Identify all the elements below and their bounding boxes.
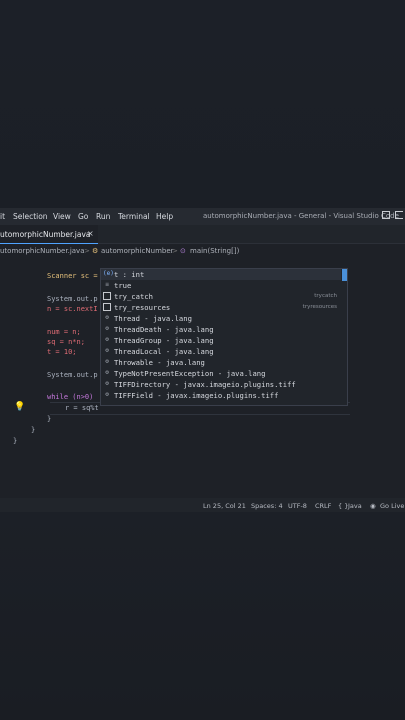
breadcrumb-file[interactable]: utomorphicNumber.java [0, 247, 85, 255]
suggestion-label: ThreadDeath - java.lang [114, 325, 214, 334]
class-icon: ⚙ [105, 314, 109, 321]
suggestion-label: TIFFDirectory - javax.imageio.plugins.ti… [114, 380, 296, 389]
code-line: while (n>0) [47, 393, 94, 401]
code-line: n = sc.nextI [47, 305, 98, 313]
status-encoding[interactable]: UTF-8 [288, 502, 307, 510]
class-icon: ⚙ [105, 358, 109, 365]
suggestion-item[interactable]: (e) t : int [101, 269, 341, 280]
keyword-icon: ≡ [105, 281, 109, 288]
suggestion-item[interactable]: ⚙ TypeNotPresentException - java.lang [101, 368, 341, 379]
menu-selection[interactable]: Selection [13, 212, 48, 221]
breadcrumb-sep: > [172, 247, 178, 255]
class-icon: ⚙ [105, 369, 109, 376]
split-layout-icon[interactable] [395, 211, 403, 219]
suggestion-item[interactable]: try_catch trycatch [101, 291, 341, 302]
suggestion-item[interactable]: ≡ true [101, 280, 341, 291]
status-eol[interactable]: CRLF [315, 502, 331, 510]
menu-help[interactable]: Help [156, 212, 173, 221]
menu-go[interactable]: Go [78, 212, 88, 221]
broadcast-icon: ◉ [370, 502, 376, 510]
tab-label: utomorphicNumber.java [0, 230, 91, 239]
close-icon[interactable]: × [87, 229, 94, 238]
suggestion-label: Throwable - java.lang [114, 358, 205, 367]
breadcrumb-class[interactable]: automorphicNumber [101, 247, 174, 255]
menu-file[interactable]: it [0, 212, 5, 221]
suggestion-item[interactable]: ⚙ ThreadDeath - java.lang [101, 324, 341, 335]
suggestion-item[interactable]: ⚙ TIFFDirectory - javax.imageio.plugins.… [101, 379, 341, 390]
code-line: t = 10; [47, 348, 77, 356]
code-brace: } [13, 437, 18, 445]
language-braces-icon: { } [338, 502, 349, 510]
suggestion-label: TypeNotPresentException - java.lang [114, 369, 266, 378]
suggestion-label: Thread - java.lang [114, 314, 192, 323]
suggestion-label: TIFFField - javax.imageio.plugins.tiff [114, 391, 279, 400]
suggestion-item[interactable]: ⚙ Thread - java.lang [101, 313, 341, 324]
code-line: Scanner sc = [47, 272, 98, 280]
class-icon: ⚙ [105, 336, 109, 343]
method-icon: ⊙ [180, 247, 186, 255]
menu-run[interactable]: Run [96, 212, 110, 221]
suggestion-detail: tryresources [302, 304, 337, 310]
code-line: sq = n*n; [47, 338, 85, 346]
suggestion-item[interactable]: try_resources tryresources [101, 302, 341, 313]
code-line: System.out.p [47, 371, 98, 379]
breadcrumb-sep: > [84, 247, 90, 255]
class-icon: ⚙ [105, 391, 109, 398]
background-top [0, 0, 405, 208]
suggestion-label: true [114, 281, 132, 290]
window-title: automorphicNumber.java - General - Visua… [203, 212, 399, 220]
suggestion-item[interactable]: ⚙ ThreadLocal - java.lang [101, 346, 341, 357]
menu-view[interactable]: View [53, 212, 71, 221]
menu-terminal[interactable]: Terminal [118, 212, 150, 221]
suggestion-label: ThreadGroup - java.lang [114, 336, 214, 345]
class-icon: ⚙ [105, 347, 109, 354]
status-indentation[interactable]: Spaces: 4 [251, 502, 283, 510]
suggestion-detail: trycatch [314, 293, 337, 299]
code-line: System.out.p [47, 295, 98, 303]
status-cursor-position[interactable]: Ln 25, Col 21 [203, 502, 246, 510]
snippet-icon [103, 303, 111, 311]
variable-icon: (e) [103, 270, 114, 277]
breadcrumb: utomorphicNumber.java > ⚙ automorphicNum… [0, 244, 405, 257]
suggestion-label: ThreadLocal - java.lang [114, 347, 214, 356]
vscode-window: it Selection View Go Run Terminal Help a… [0, 208, 405, 512]
suggestion-label: t : int [114, 270, 145, 279]
class-icon: ⚙ [105, 325, 109, 332]
suggestion-item[interactable]: ⚙ Throwable - java.lang [101, 357, 341, 368]
snippet-icon [103, 292, 111, 300]
breadcrumb-method[interactable]: main(String[]) [190, 247, 239, 255]
suggestion-item[interactable]: ⚙ ThreadGroup - java.lang [101, 335, 341, 346]
class-icon: ⚙ [105, 380, 109, 387]
status-bar: Ln 25, Col 21 Spaces: 4 UTF-8 CRLF { } J… [0, 498, 405, 512]
go-live-button[interactable]: Go Live [380, 502, 404, 510]
suggestion-label: try_catch [114, 292, 153, 301]
suggest-scrollbar[interactable] [342, 269, 347, 281]
suggestion-item[interactable]: ⚙ TIFFField - javax.imageio.plugins.tiff [101, 390, 341, 401]
lightbulb-icon[interactable]: 💡 [14, 402, 25, 412]
toggle-sidebar-icon[interactable] [382, 211, 390, 219]
suggestion-widget[interactable]: (e) t : int ≡ true try_catch trycatch tr… [100, 268, 348, 406]
code-brace: } [47, 415, 52, 423]
code-brace: } [31, 426, 36, 434]
suggestion-label: try_resources [114, 303, 171, 312]
status-language[interactable]: Java [348, 502, 362, 510]
menu-bar: it Selection View Go Run Terminal Help a… [0, 208, 405, 225]
background-bottom [0, 512, 405, 720]
class-icon: ⚙ [92, 247, 99, 255]
code-line: num = n; [47, 328, 81, 336]
tab-automorphic-number[interactable]: utomorphicNumber.java × [0, 225, 98, 244]
tab-bar: utomorphicNumber.java × [0, 225, 405, 244]
